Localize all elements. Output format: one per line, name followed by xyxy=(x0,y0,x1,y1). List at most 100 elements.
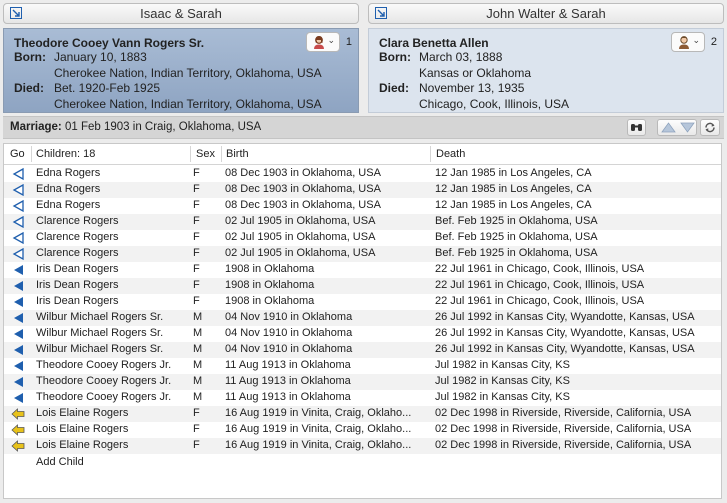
husband-spouse-menu[interactable]: ⌄ xyxy=(306,32,340,52)
table-row[interactable]: Clarence Rogers F 02 Jul 1905 in Oklahoma,… xyxy=(4,230,721,246)
wife-name: Clara Benetta Allen xyxy=(379,36,489,50)
table-row[interactable]: Iris Dean Rogers F 1908 in Oklahoma 22 Jul … xyxy=(4,294,721,310)
wife-spouse-menu[interactable]: ⌄ xyxy=(671,32,705,52)
child-name: Iris Dean Rogers xyxy=(36,263,119,275)
go-arrow-outline-icon[interactable] xyxy=(11,231,25,245)
child-name: Theodore Cooey Rogers Jr. xyxy=(36,375,172,387)
table-row[interactable]: Iris Dean Rogers F 1908 in Oklahoma 22 Jul … xyxy=(4,262,721,278)
husband-spouse-count: 1 xyxy=(345,36,352,48)
table-row[interactable]: Theodore Cooey Rogers Jr. M 11 Aug 1913 in… xyxy=(4,374,721,390)
table-row[interactable]: Edna Rogers F 08 Dec 1903 in Oklahoma, USA… xyxy=(4,198,721,214)
child-death: Jul 1982 in Kansas City, KS xyxy=(435,375,570,387)
child-birth: 04 Nov 1910 in Oklahoma xyxy=(225,327,353,339)
go-arrow-filled-icon[interactable] xyxy=(11,391,25,405)
go-back-arrow-icon[interactable] xyxy=(11,439,25,453)
table-row[interactable]: Wilbur Michael Rogers Sr. M 04 Nov 1910 in… xyxy=(4,310,721,326)
table-row[interactable]: Edna Rogers F 08 Dec 1903 in Oklahoma, USA… xyxy=(4,166,721,182)
husband-parents-button[interactable]: Isaac & Sarah xyxy=(3,3,359,24)
husband-name: Theodore Cooey Vann Rogers Sr. xyxy=(14,36,205,50)
child-birth: 02 Jul 1905 in Oklahoma, USA xyxy=(225,231,376,243)
go-arrow-filled-icon[interactable] xyxy=(11,343,25,357)
go-arrow-outline-icon[interactable] xyxy=(11,167,25,181)
husband-parents-label: Isaac & Sarah xyxy=(140,6,222,21)
wife-died-date: November 13, 1935 xyxy=(419,81,525,95)
table-row[interactable]: Iris Dean Rogers F 1908 in Oklahoma 22 Jul … xyxy=(4,278,721,294)
child-birth: 16 Aug 1919 in Vinita, Craig, Oklaho... xyxy=(225,407,412,419)
table-row[interactable]: Lois Elaine Rogers F 16 Aug 1919 in Vinita… xyxy=(4,406,721,422)
table-row[interactable]: Theodore Cooey Rogers Jr. M 11 Aug 1913 in… xyxy=(4,358,721,374)
child-sex: F xyxy=(193,439,200,451)
child-sex: M xyxy=(193,311,203,323)
child-birth: 08 Dec 1903 in Oklahoma, USA xyxy=(225,199,381,211)
refresh-icon xyxy=(705,122,715,133)
child-name: Iris Dean Rogers xyxy=(36,295,119,307)
child-name: Theodore Cooey Rogers Jr. xyxy=(36,391,172,403)
child-sex: F xyxy=(193,295,200,307)
go-arrow-filled-icon[interactable] xyxy=(11,263,25,277)
child-name: Iris Dean Rogers xyxy=(36,279,119,291)
table-row[interactable]: Lois Elaine Rogers F 16 Aug 1919 in Vinita… xyxy=(4,438,721,454)
table-row[interactable]: Lois Elaine Rogers F 16 Aug 1919 in Vinita… xyxy=(4,422,721,438)
wife-born-place: Kansas or Oklahoma xyxy=(419,65,532,80)
child-death: Jul 1982 in Kansas City, KS xyxy=(435,391,570,403)
child-birth: 1908 in Oklahoma xyxy=(225,263,315,275)
children-table: Go Children: 18 Sex Birth Death Edna Rog… xyxy=(3,143,722,499)
go-arrow-outline-icon[interactable] xyxy=(11,215,25,229)
go-arrow-filled-icon[interactable] xyxy=(11,311,25,325)
child-birth: 11 Aug 1913 in Oklahoma xyxy=(225,391,351,403)
table-header: Go Children: 18 Sex Birth Death xyxy=(4,144,721,165)
table-row[interactable]: Wilbur Michael Rogers Sr. M 04 Nov 1910 in… xyxy=(4,342,721,358)
reorder-buttons[interactable] xyxy=(657,119,697,136)
child-name: Wilbur Michael Rogers Sr. xyxy=(36,311,164,323)
go-arrow-outline-icon[interactable] xyxy=(11,247,25,261)
child-sex: F xyxy=(193,183,200,195)
table-row[interactable]: Clarence Rogers F 02 Jul 1905 in Oklahoma,… xyxy=(4,214,721,230)
parents-bar: Isaac & Sarah John Walter & Sarah Theodo… xyxy=(0,0,727,113)
wife-born-date: March 03, 1888 xyxy=(419,50,503,64)
husband-card[interactable]: Theodore Cooey Vann Rogers Sr. Born: Jan… xyxy=(3,28,359,113)
go-arrow-filled-icon[interactable] xyxy=(11,359,25,373)
move-down-icon[interactable] xyxy=(678,120,697,135)
go-back-arrow-icon[interactable] xyxy=(11,423,25,437)
add-child-button[interactable]: Add Child xyxy=(36,456,84,468)
header-death[interactable]: Death xyxy=(436,148,465,160)
header-go[interactable]: Go xyxy=(10,148,25,160)
wife-spouse-count: 2 xyxy=(710,36,717,48)
child-sex: F xyxy=(193,247,200,259)
child-name: Lois Elaine Rogers xyxy=(36,439,129,451)
move-up-icon[interactable] xyxy=(659,120,678,135)
binoculars-button[interactable] xyxy=(627,119,646,136)
child-death: Bef. Feb 1925 in Oklahoma, USA xyxy=(435,231,598,243)
wife-card[interactable]: Clara Benetta Allen Born: March 03, 1888… xyxy=(368,28,724,113)
go-arrow-filled-icon[interactable] xyxy=(11,295,25,309)
table-row[interactable]: Theodore Cooey Rogers Jr. M 11 Aug 1913 in… xyxy=(4,390,721,406)
go-arrow-filled-icon[interactable] xyxy=(11,375,25,389)
go-back-arrow-icon[interactable] xyxy=(11,407,25,421)
child-birth: 11 Aug 1913 in Oklahoma xyxy=(225,359,351,371)
child-name: Clarence Rogers xyxy=(36,231,119,243)
header-sex[interactable]: Sex xyxy=(196,148,215,160)
child-name: Clarence Rogers xyxy=(36,215,119,227)
go-arrow-outline-icon[interactable] xyxy=(11,183,25,197)
header-children[interactable]: Children: 18 xyxy=(36,148,95,160)
go-arrow-filled-icon[interactable] xyxy=(11,279,25,293)
child-sex: M xyxy=(193,343,203,355)
child-sex: M xyxy=(193,327,203,339)
wife-died-label: Died: xyxy=(379,81,409,95)
child-sex: M xyxy=(193,391,203,403)
child-death: Bef. Feb 1925 in Oklahoma, USA xyxy=(435,247,598,259)
wife-parents-button[interactable]: John Walter & Sarah xyxy=(368,3,724,24)
table-row[interactable]: Edna Rogers F 08 Dec 1903 in Oklahoma, USA… xyxy=(4,182,721,198)
table-row[interactable]: Clarence Rogers F 02 Jul 1905 in Oklahoma,… xyxy=(4,246,721,262)
child-birth: 1908 in Oklahoma xyxy=(225,295,315,307)
go-arrow-outline-icon[interactable] xyxy=(11,199,25,213)
child-birth: 04 Nov 1910 in Oklahoma xyxy=(225,343,353,355)
go-arrow-filled-icon[interactable] xyxy=(11,327,25,341)
table-row[interactable]: Wilbur Michael Rogers Sr. M 04 Nov 1910 in… xyxy=(4,326,721,342)
child-death: 12 Jan 1985 in Los Angeles, CA xyxy=(435,167,592,179)
wife-died-place: Chicago, Cook, Illinois, USA xyxy=(419,96,570,111)
header-birth[interactable]: Birth xyxy=(226,148,249,160)
marriage-value: 01 Feb 1903 in Craig, Oklahoma, USA xyxy=(64,121,262,133)
refresh-button[interactable] xyxy=(700,119,720,136)
child-death: 12 Jan 1985 in Los Angeles, CA xyxy=(435,183,592,195)
